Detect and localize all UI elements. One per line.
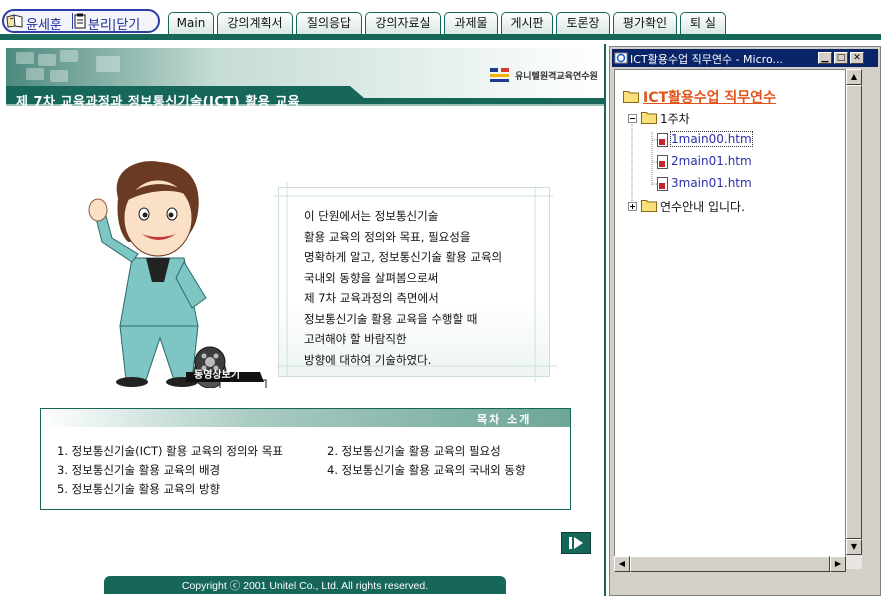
- tab-main[interactable]: Main: [168, 12, 214, 35]
- tree-node-info[interactable]: 연수안내 입니다.: [660, 198, 745, 215]
- course-tree-window: ICT활용수업 직무연수 - Micro... ▁ □ ✕ ICT활용수업 직무…: [609, 46, 881, 596]
- ie-icon: [614, 52, 628, 64]
- copyright-footer: Copyright ⓒ 2001 Unitel Co., Ltd. All ri…: [104, 576, 506, 594]
- intro-line: 정보통신기술 활용 교육을 수행할 때: [304, 311, 478, 326]
- toc-item-3[interactable]: 3. 정보통신기술 활용 교육의 배경: [57, 462, 220, 478]
- tree-node-week1[interactable]: 1주차: [660, 110, 690, 127]
- collapse-icon[interactable]: [628, 114, 637, 123]
- horizontal-scrollbar[interactable]: ◀ ▶: [614, 556, 846, 572]
- divider: [604, 44, 606, 596]
- divider: [72, 13, 73, 29]
- scroll-thumb[interactable]: [846, 85, 862, 539]
- intro-line: 제 7차 교육과정의 측면에서: [304, 291, 439, 305]
- toc-item-4[interactable]: 4. 정보통신기술 활용 교육의 국내외 동향: [327, 462, 526, 478]
- tab-board[interactable]: 게시판: [501, 12, 553, 35]
- toc-item-5[interactable]: 5. 정보통신기술 활용 교육의 방향: [57, 481, 220, 497]
- video-button[interactable]: 동영상보기: [194, 366, 240, 381]
- split-close-links: 분리|닫기: [88, 18, 141, 33]
- folder-open-icon: [641, 112, 657, 124]
- folder-icon: [641, 200, 657, 212]
- tree-root-course[interactable]: ICT활용수업 직무연수: [643, 87, 776, 107]
- tab-syllabus[interactable]: 강의계획서: [217, 12, 293, 35]
- page-title: 제 7차 교육과정과 정보통신기술(ICT) 활용 교육: [16, 95, 301, 110]
- next-button[interactable]: [561, 532, 591, 554]
- header-banner: 유니텔원격교육연수원 제 7차 교육과정과 정보통신기술(ICT) 활용 교육: [6, 48, 604, 110]
- copyright-text: Copyright ⓒ 2001 Unitel Co., Ltd. All ri…: [181, 580, 429, 592]
- toc-title: 목차 소개: [477, 413, 532, 426]
- intro-line: 국내외 동향을 살펴봄으로써: [304, 270, 439, 285]
- vertical-scrollbar[interactable]: ▲ ▼: [846, 69, 862, 569]
- toc-item-2[interactable]: 2. 정보통신기술 활용 교육의 필요성: [327, 443, 501, 459]
- window-title: ICT활용수업 직무연수 - Micro...: [630, 53, 783, 66]
- close-button[interactable]: ✕: [850, 52, 864, 64]
- html-file-icon: [657, 177, 668, 191]
- intro-line: 고려해야 할 바람직한: [304, 332, 407, 346]
- top-navigation: 윤세훈 분리|닫기 Main 강의계획서 질의응답 강의자료실 과제물 게시판 …: [0, 0, 881, 40]
- tab-grades[interactable]: 평가확인: [613, 12, 677, 35]
- maximize-button[interactable]: □: [834, 52, 848, 64]
- scroll-thumb[interactable]: [630, 556, 830, 572]
- tree-file-3[interactable]: 3main01.htm: [671, 176, 752, 190]
- intro-line: 방향에 대하여 기술하였다.: [304, 352, 432, 367]
- logo-icon: [490, 68, 509, 82]
- minimize-button[interactable]: ▁: [818, 52, 832, 64]
- play-next-icon: [569, 537, 583, 549]
- toc-item-1[interactable]: 1. 정보통신기술(ICT) 활용 교육의 정의와 목표: [57, 443, 283, 459]
- tab-qna[interactable]: 질의응답: [296, 12, 362, 35]
- tab-exit[interactable]: 퇴 실: [680, 12, 726, 35]
- tab-materials[interactable]: 강의자료실: [365, 12, 441, 35]
- scroll-right-button[interactable]: ▶: [830, 556, 846, 572]
- lecture-content: 유니텔원격교육연수원 제 7차 교육과정과 정보통신기술(ICT) 활용 교육: [0, 44, 606, 596]
- html-file-icon: [657, 133, 668, 147]
- scroll-down-button[interactable]: ▼: [846, 539, 862, 555]
- scroll-up-button[interactable]: ▲: [846, 69, 862, 85]
- intro-text: 이 단원에서는 정보통신기술 활용 교육의 정의와 목표, 필요성을 명확하게 …: [304, 206, 564, 370]
- tree-file-2[interactable]: 2main01.htm: [671, 154, 752, 168]
- expand-icon[interactable]: [628, 202, 637, 211]
- nav-underline: [0, 34, 881, 40]
- intro-line: 이 단원에서는 정보통신기술: [304, 209, 439, 223]
- tab-assignments[interactable]: 과제물: [444, 12, 498, 35]
- org-name: 유니텔원격교육연수원: [515, 72, 598, 82]
- table-of-contents: 목차 소개 1. 정보통신기술(ICT) 활용 교육의 정의와 목표 2. 정보…: [40, 408, 571, 510]
- tree-file-1[interactable]: 1main00.htm: [670, 131, 753, 147]
- close-link[interactable]: 닫기: [116, 18, 140, 33]
- user-name: 윤세훈: [26, 18, 62, 33]
- tab-discussion[interactable]: 토론장: [556, 12, 610, 35]
- clipboard-icon: [74, 13, 86, 29]
- intro-line: 명확하게 알고, 정보통신기술 활용 교육의: [304, 250, 503, 264]
- split-link[interactable]: 분리: [88, 18, 112, 33]
- user-pill: 윤세훈 분리|닫기: [2, 9, 160, 33]
- html-file-icon: [657, 155, 668, 169]
- intro-line: 활용 교육의 정의와 목표, 필요성을: [304, 229, 471, 244]
- window-titlebar[interactable]: ICT활용수업 직무연수 - Micro... ▁ □ ✕: [612, 49, 878, 67]
- book-icon: [6, 14, 23, 28]
- scroll-left-button[interactable]: ◀: [614, 556, 630, 572]
- folder-icon: [623, 91, 639, 103]
